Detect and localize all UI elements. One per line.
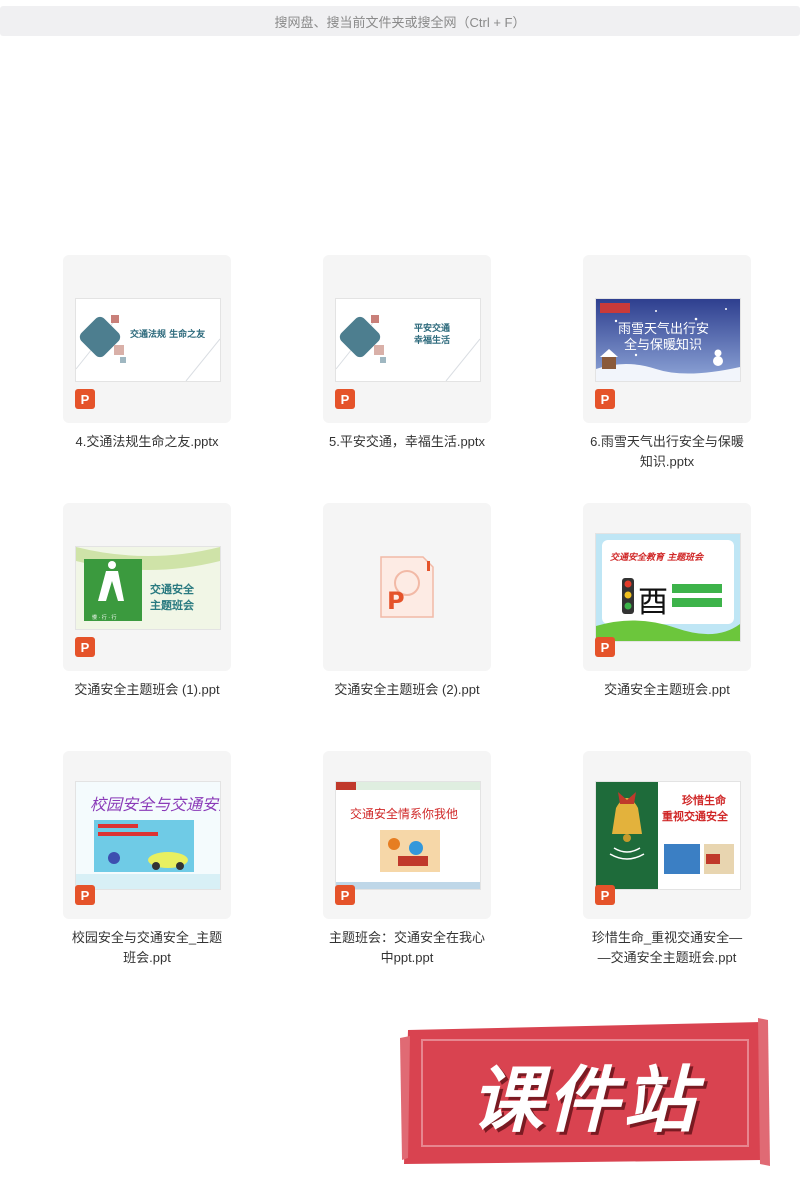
file-thumbnail: 平安交通 幸福生活 (335, 298, 481, 382)
file-thumbnail: 雨雪天气出行安 全与保暖知识 (595, 298, 741, 382)
file-name-line1: 珍惜生命_重视交通安全— (591, 930, 743, 945)
file-name[interactable]: 5.平安交通，幸福生活.pptx (307, 432, 507, 452)
file-name[interactable]: 4.交通法规生命之友.pptx (47, 432, 247, 452)
file-name[interactable]: 6.雨雪天气出行安全与保暖 知识.pptx (567, 432, 767, 472)
file-name[interactable]: 主题班会：交通安全在我心 中ppt.ppt (307, 928, 507, 968)
svg-text:P: P (387, 587, 405, 615)
watermark-text: 课件站 (470, 1057, 699, 1142)
file-name-text: 交通安全主题班会 (1).ppt (74, 682, 220, 697)
file-card[interactable]: 珍惜生命 重视交通安全 P (583, 751, 751, 919)
file-thumbnail: 交通法规 生命之友 (75, 298, 221, 382)
file-name-text: 交通安全主题班会 (2).ppt (334, 682, 480, 697)
file-card[interactable]: 平安交通 幸福生活 P (323, 255, 491, 423)
file-name-line2: 班会.ppt (123, 950, 171, 965)
ppt-file-icon: P (75, 885, 95, 905)
ppt-file-icon: P (75, 637, 95, 657)
file-name-line1: 6.雨雪天气出行安全与保暖 (590, 434, 744, 449)
ppt-file-icon: P (595, 637, 615, 657)
ppt-file-icon: P (595, 885, 615, 905)
thumb-char: 酉 (638, 585, 668, 620)
ppt-file-icon: P (335, 885, 355, 905)
file-name-text: 交通安全主题班会.ppt (604, 682, 730, 697)
file-thumbnail: 珍惜生命 重视交通安全 (595, 781, 741, 890)
file-card[interactable]: P (323, 503, 491, 671)
file-card[interactable]: 交通安全情系你我他 P (323, 751, 491, 919)
thumb-title-line2: 重视交通安全 (662, 809, 729, 823)
file-thumbnail: 交通安全教育 主题班会 酉 (595, 533, 741, 642)
ppt-file-icon: P (595, 389, 615, 409)
thumb-title-line1: 雨雪天气出行安 (618, 321, 709, 337)
watermark-logo: 课件站 (400, 1018, 770, 1168)
search-bar[interactable]: 搜网盘、搜当前文件夹或搜全网（Ctrl + F） (0, 6, 800, 36)
file-name[interactable]: 交通安全主题班会.ppt (567, 680, 767, 700)
file-name-text: 4.交通法规生命之友.pptx (75, 434, 219, 449)
file-name[interactable]: 交通安全主题班会 (2).ppt (307, 680, 507, 700)
file-card[interactable]: 交通法规 生命之友 P (63, 255, 231, 423)
thumb-title-line2: 主题班会 (150, 598, 195, 612)
thumb-title-line2: 幸福生活 (414, 334, 450, 346)
thumb-title-line1: 交通安全 (150, 582, 195, 596)
file-name-line1: 主题班会：交通安全在我心 (328, 930, 485, 945)
file-name-line1: 校园安全与交通安全_主题 (71, 930, 223, 945)
file-name-text: 5.平安交通，幸福生活.pptx (328, 434, 486, 449)
thumb-title-line1: 平安交通 (414, 322, 450, 334)
thumb-title-line1: 珍惜生命 (682, 793, 727, 807)
ppt-placeholder-icon: P (380, 556, 434, 618)
file-card[interactable]: 交通安全教育 主题班会 酉 P (583, 503, 751, 671)
search-placeholder: 搜网盘、搜当前文件夹或搜全网（Ctrl + F） (274, 14, 526, 30)
file-name-line2: —交通安全主题班会.ppt (597, 950, 737, 965)
thumb-title-line2: 全与保暖知识 (624, 337, 702, 353)
file-thumbnail: 交通安全 主题班会 慢 · 行 · 行 (75, 546, 221, 630)
thumb-title: 交通安全情系你我他 (350, 806, 458, 821)
file-card[interactable]: 校园安全与交通安全 P (63, 751, 231, 919)
file-thumbnail: 交通安全情系你我他 (335, 781, 481, 890)
thumb-subtitle: 慢 · 行 · 行 (92, 614, 117, 621)
file-name[interactable]: 珍惜生命_重视交通安全— —交通安全主题班会.ppt (567, 928, 767, 968)
ppt-file-icon: P (335, 389, 355, 409)
thumb-title: 交通法规 生命之友 (130, 328, 205, 340)
file-card[interactable]: 交通安全 主题班会 慢 · 行 · 行 P (63, 503, 231, 671)
thumb-title: 校园安全与交通安全 (90, 795, 220, 814)
file-name[interactable]: 交通安全主题班会 (1).ppt (47, 680, 247, 700)
file-name[interactable]: 校园安全与交通安全_主题 班会.ppt (47, 928, 247, 968)
file-name-line2: 中ppt.ppt (380, 950, 434, 965)
ppt-file-icon: P (75, 389, 95, 409)
thumb-title: 交通安全教育 主题班会 (610, 552, 705, 563)
file-name-line2: 知识.pptx (639, 454, 695, 469)
file-thumbnail: 校园安全与交通安全 (75, 781, 221, 890)
file-card[interactable]: 雨雪天气出行安 全与保暖知识 P (583, 255, 751, 423)
